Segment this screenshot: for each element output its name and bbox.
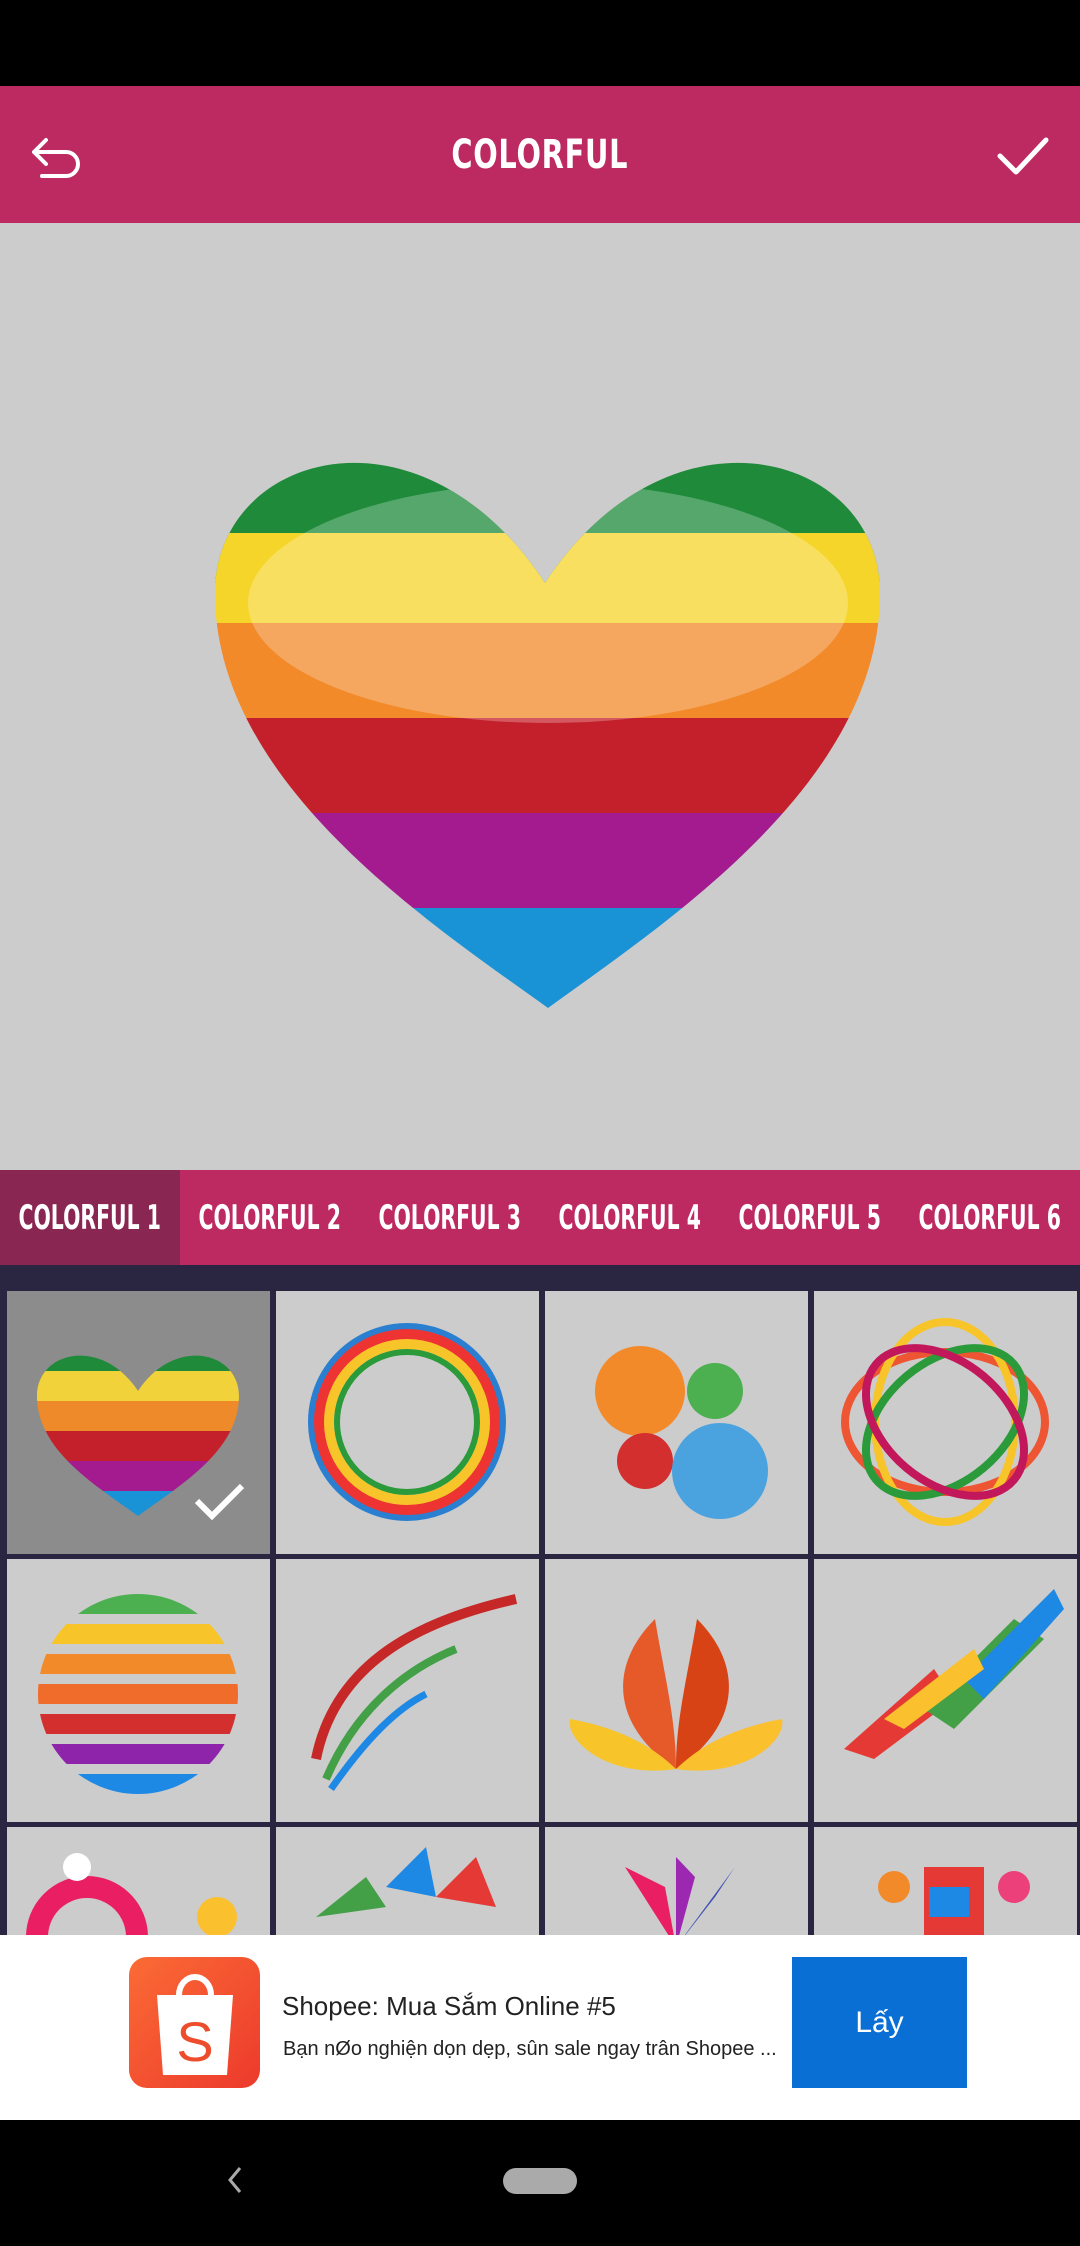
rainbow-heart-image xyxy=(215,462,880,1008)
tab-label: COLORFUL 5 xyxy=(738,1197,882,1238)
tab-label: COLORFUL 4 xyxy=(558,1197,702,1238)
sticker-rainbow-ring[interactable] xyxy=(276,1291,539,1554)
sticker-shapes[interactable] xyxy=(276,1827,539,1935)
sticker-shards[interactable] xyxy=(814,1559,1077,1822)
selected-check-icon xyxy=(194,1483,245,1521)
sticker-dots[interactable] xyxy=(7,1827,270,1935)
sticker-four-hearts[interactable] xyxy=(545,1291,808,1554)
ad-install-button[interactable]: Lấy xyxy=(792,1957,967,2088)
system-nav-bar xyxy=(0,2120,1080,2246)
sticker-rainbow-heart[interactable] xyxy=(7,1291,270,1554)
sticker-lotus[interactable] xyxy=(545,1559,808,1822)
sticker-grid[interactable] xyxy=(0,1265,1080,1935)
back-nav-icon[interactable] xyxy=(220,2160,250,2200)
tab-label: COLORFUL 3 xyxy=(378,1197,522,1238)
sticker-preview[interactable] xyxy=(0,223,1080,1170)
ad-description: Bạn nØo nghiện dọn dẹp, sûn sale ngay tr… xyxy=(283,2038,777,2060)
tab-colorful-4[interactable]: COLORFUL 4 xyxy=(540,1170,720,1265)
svg-text:S: S xyxy=(176,2010,213,2073)
sticker-arrows[interactable] xyxy=(276,1559,539,1822)
ad-banner[interactable]: S Shopee: Mua Sắm Online #5 Bạn nØo nghi… xyxy=(0,1935,1080,2120)
page-title: COLORFUL xyxy=(451,131,629,178)
tab-colorful-1[interactable]: COLORFUL 1 xyxy=(0,1170,180,1265)
tab-label: COLORFUL 6 xyxy=(918,1197,1062,1238)
status-bar xyxy=(0,0,1080,86)
tab-colorful-6[interactable]: COLORFUL 6 xyxy=(900,1170,1080,1265)
check-icon[interactable] xyxy=(992,126,1052,186)
tab-colorful-3[interactable]: COLORFUL 3 xyxy=(360,1170,540,1265)
undo-arrow-icon[interactable] xyxy=(28,126,88,186)
sticker-figures[interactable] xyxy=(814,1827,1077,1935)
home-pill[interactable] xyxy=(503,2168,577,2194)
sticker-striped-globe[interactable] xyxy=(7,1559,270,1822)
shopee-bag-icon[interactable]: S xyxy=(129,1957,260,2088)
tab-label: COLORFUL 2 xyxy=(198,1197,342,1238)
sticker-petals[interactable] xyxy=(545,1827,808,1935)
sticker-rainbow-loops[interactable] xyxy=(814,1291,1077,1554)
tab-label: COLORFUL 1 xyxy=(18,1197,162,1238)
ad-title[interactable]: Shopee: Mua Sắm Online #5 xyxy=(282,1991,616,2022)
category-tabs: COLORFUL 1 COLORFUL 2 COLORFUL 3 COLORFU… xyxy=(0,1170,1080,1265)
tab-colorful-2[interactable]: COLORFUL 2 xyxy=(180,1170,360,1265)
tab-colorful-5[interactable]: COLORFUL 5 xyxy=(720,1170,900,1265)
top-bar: COLORFUL xyxy=(0,86,1080,223)
